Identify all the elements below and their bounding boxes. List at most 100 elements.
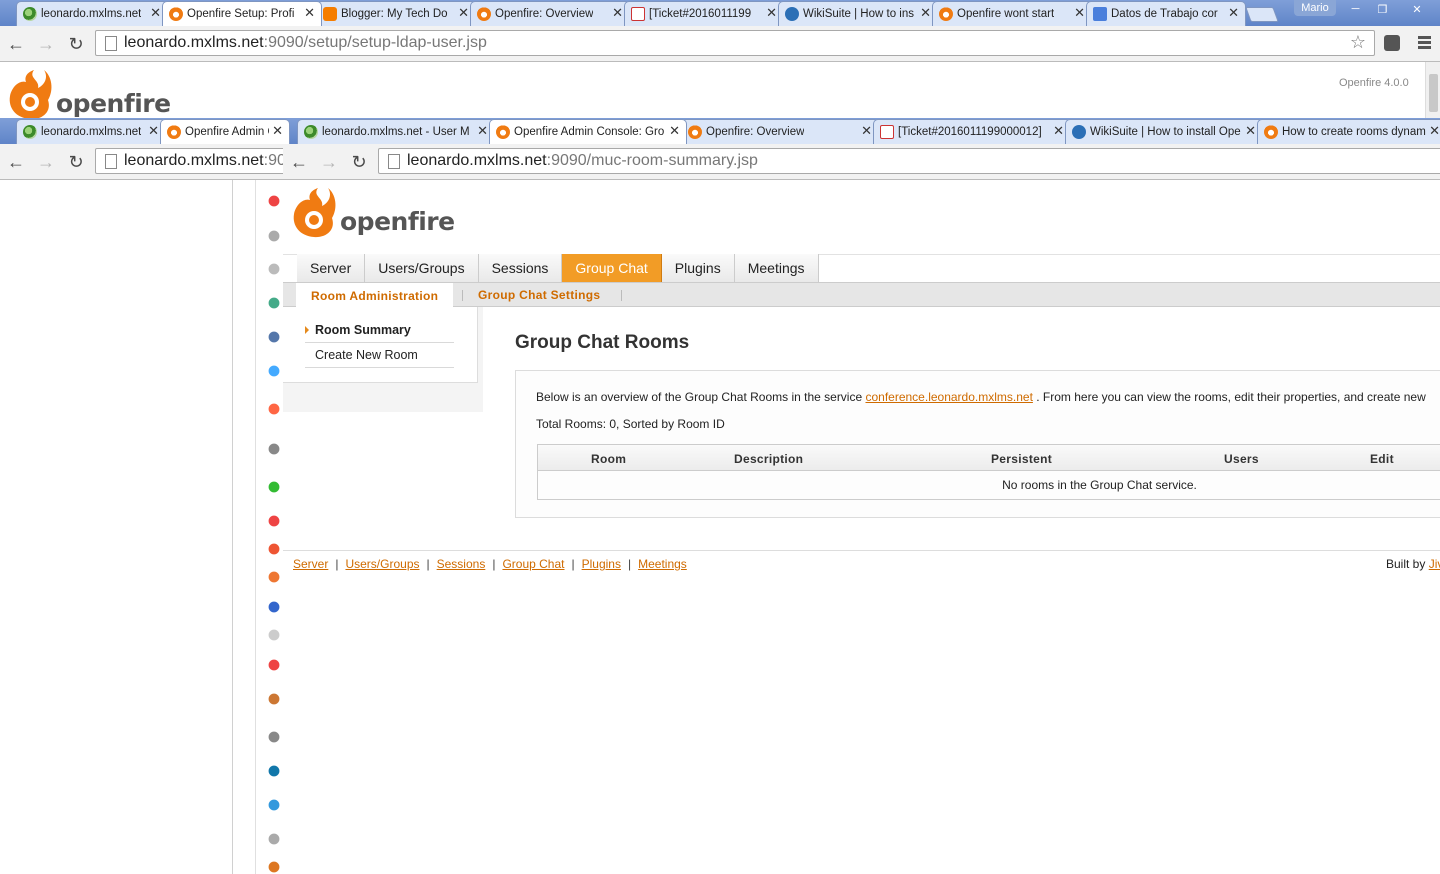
wiki-icon [1072,125,1086,139]
close-tab-icon[interactable]: ✕ [920,6,931,20]
sidebar-app-icon[interactable] [265,514,283,528]
close-tab-icon[interactable]: ✕ [1053,124,1064,138]
sidebar-app-icon[interactable] [265,658,283,672]
sidebar-app-icon[interactable] [265,229,283,243]
sidebar-app-icon[interactable] [265,764,283,778]
footer-link-users-groups[interactable]: Users/Groups [345,557,419,571]
browser-tab[interactable]: Openfire wont start ✕ [932,1,1092,26]
sidebar-app-icon[interactable] [265,402,283,416]
sidebar-app-icon[interactable] [265,628,283,642]
tab-group-chat-settings[interactable]: Group Chat Settings [463,283,615,307]
footer-link-meetings[interactable]: Meetings [638,557,687,571]
minimize-button[interactable]: ─ [1342,0,1369,18]
close-tab-icon[interactable]: ✕ [669,124,680,138]
close-tab-icon[interactable]: ✕ [304,6,315,20]
tab-title: Blogger: My Tech Do [341,8,448,20]
back-scrollbar[interactable] [1425,62,1440,118]
close-tab-icon[interactable]: ✕ [1245,124,1256,138]
forward-icon[interactable]: → [32,30,60,58]
close-tab-icon[interactable]: ✕ [272,124,283,138]
side-nav: Room Summary Create New Room [283,307,483,412]
close-tab-icon[interactable]: ✕ [861,124,872,138]
extension-icon[interactable] [1384,35,1400,51]
back-icon[interactable]: ← [2,30,30,58]
sidebar-app-icon[interactable] [265,860,283,874]
sidebar-app-icon[interactable] [265,480,283,494]
sidebar-app-icon[interactable] [265,262,283,276]
close-tab-icon[interactable]: ✕ [1074,6,1085,20]
sidebar-app-icon[interactable] [265,442,283,456]
tab-title: leonardo.mxlms.net - User M [322,126,470,138]
menu-icon[interactable] [1418,36,1431,49]
jive-link[interactable]: Jiv [1429,557,1440,571]
new-tab-button[interactable] [1245,7,1279,22]
reload-icon[interactable]: ↻ [62,148,90,176]
forward-icon[interactable]: → [315,148,343,176]
close-tab-icon[interactable]: ✕ [150,6,161,20]
middle-address-bar[interactable]: leonardo.mxlms.net:90 [95,148,295,174]
footer-link-server[interactable]: Server [293,557,328,571]
tab-meetings[interactable]: Meetings [734,254,819,282]
bookmark-star-icon[interactable]: ☆ [1350,32,1366,53]
tab-plugins[interactable]: Plugins [661,254,735,282]
browser-tab[interactable]: WikiSuite | How to ins ✕ [778,1,938,26]
close-tab-icon[interactable]: ✕ [1228,6,1239,20]
browser-tab[interactable]: How to create rooms dynamic ✕ [1257,119,1440,144]
back-address-bar[interactable]: leonardo.mxlms.net:9090/setup/setup-ldap… [95,30,1375,56]
tab-room-administration[interactable]: Room Administration [296,283,454,309]
browser-tab[interactable]: Openfire: Overview ✕ [470,1,630,26]
browser-tab[interactable]: Openfire: Overview ✕ [681,119,879,144]
footer-nav: Server | Users/Groups | Sessions | Group Chat |… [293,557,687,571]
sidebar-app-icon[interactable] [265,330,283,344]
reload-icon[interactable]: ↻ [345,148,373,176]
sidebar-app-icon[interactable] [265,296,283,310]
close-tab-icon[interactable]: ✕ [477,124,488,138]
side-nav-create-new-room[interactable]: Create New Room [305,343,454,368]
footer-link-sessions[interactable]: Sessions [437,557,486,571]
sidebar-app-icon[interactable] [265,832,283,846]
close-tab-icon[interactable]: ✕ [148,124,159,138]
back-icon[interactable]: ← [285,148,313,176]
sidebar-app-icon[interactable] [265,570,283,584]
browser-tab[interactable]: leonardo.mxlms.net ✕ [16,1,168,26]
rss-icon [304,125,318,139]
tab-server[interactable]: Server [297,254,366,282]
browser-tab[interactable]: Openfire Admin Console: Gro ✕ [489,119,687,144]
browser-tab[interactable]: Datos de Trabajo cor ✕ [1086,1,1246,26]
tab-group-chat[interactable]: Group Chat [562,254,662,282]
sidebar-app-icon[interactable] [265,194,283,208]
forward-icon[interactable]: → [32,148,60,176]
sidebar-app-icon[interactable] [265,600,283,614]
sidebar-app-icon[interactable] [265,692,283,706]
back-icon[interactable]: ← [2,148,30,176]
close-window-button[interactable]: ✕ [1396,0,1438,18]
browser-tab[interactable]: [Ticket#2016011199 ✕ [624,1,784,26]
browser-tab[interactable]: Openfire Setup: Profi ✕ [162,1,322,26]
close-tab-icon[interactable]: ✕ [1429,124,1440,138]
browser-tab[interactable]: [Ticket#2016011199000012] ✕ [873,119,1071,144]
service-link[interactable]: conference.leonardo.mxlms.net [865,390,1032,404]
sidebar-app-icon[interactable] [265,364,283,378]
tab-sessions[interactable]: Sessions [478,254,563,282]
side-nav-room-summary[interactable]: Room Summary [305,318,454,343]
front-address-bar[interactable]: leonardo.mxlms.net:9090/muc-room-summary… [378,148,1440,174]
browser-tab[interactable]: WikiSuite | How to install Ope ✕ [1065,119,1263,144]
footer-link-plugins[interactable]: Plugins [582,557,621,571]
footer-link-group-chat[interactable]: Group Chat [502,557,564,571]
browser-tab[interactable]: leonardo.mxlms.net ✕ [16,119,166,144]
browser-tab[interactable]: Blogger: My Tech Do ✕ [316,1,476,26]
sidebar-app-icon[interactable] [265,730,283,744]
close-tab-icon[interactable]: ✕ [612,6,623,20]
reload-icon[interactable]: ↻ [62,30,90,58]
sidebar-app-icon[interactable] [265,798,283,812]
browser-tab[interactable]: leonardo.mxlms.net - User M ✕ [297,119,495,144]
profile-badge[interactable]: Mario [1294,0,1336,16]
close-tab-icon[interactable]: ✕ [766,6,777,20]
docs-icon [1093,7,1107,21]
browser-tab[interactable]: Openfire Admin Co✕ [160,119,290,144]
sidebar-app-icon[interactable] [265,542,283,556]
tab-users-groups[interactable]: Users/Groups [365,254,479,282]
restore-button[interactable]: ❐ [1369,0,1396,18]
close-tab-icon[interactable]: ✕ [458,6,469,20]
openfire-logo[interactable]: openfire [292,186,455,238]
